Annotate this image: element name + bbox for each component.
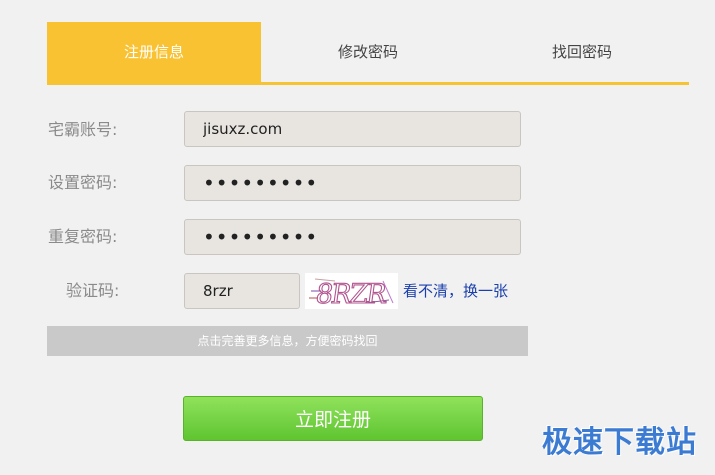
refresh-captcha-link[interactable]: 看不清，换一张 (403, 273, 508, 309)
password-label: 设置密码: (48, 173, 118, 192)
confirm-password-label: 重复密码: (48, 227, 118, 246)
captcha-image-text: 8RZR (314, 279, 390, 309)
captcha-image[interactable]: 8RZR (305, 273, 398, 311)
password-input[interactable]: ••••••••• (184, 165, 521, 201)
account-label: 宅霸账号: (48, 120, 118, 139)
register-button[interactable]: 立即注册 (183, 396, 483, 441)
account-input[interactable] (184, 111, 521, 147)
site-watermark: 极速下载站 (542, 425, 697, 460)
tab-change-password[interactable]: 修改密码 (261, 22, 475, 82)
register-panel: 注册信息 修改密码 找回密码 宅霸账号: 设置密码: ••••••••• 重复密… (0, 0, 715, 475)
tab-bar: 注册信息 修改密码 找回密码 (47, 22, 689, 85)
tab-recover-password[interactable]: 找回密码 (475, 22, 689, 82)
more-info-hint[interactable]: 点击完善更多信息，方便密码找回 (47, 326, 528, 356)
captcha-input[interactable] (184, 273, 300, 309)
confirm-password-input[interactable]: ••••••••• (184, 219, 521, 255)
captcha-label: 验证码: (66, 281, 120, 300)
tab-register-info[interactable]: 注册信息 (47, 22, 261, 82)
